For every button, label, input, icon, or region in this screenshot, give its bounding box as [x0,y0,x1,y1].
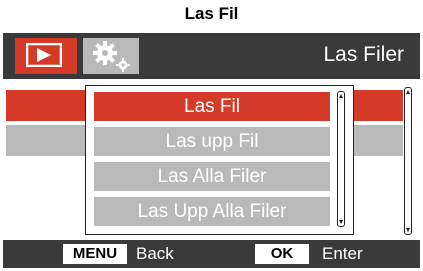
popup-item-las-fil[interactable]: Las Fil [94,92,330,121]
enter-label: Enter [322,244,363,263]
scroll-up-arrow-icon [405,90,410,94]
menu-header: Las Filer [3,33,420,79]
scroll-down-arrow-icon [405,228,410,232]
camera-menu-screen: Las Filer Las Fil Las upp Fil Las Alla F… [3,33,420,268]
page-caption: Las Fil [184,4,239,23]
back-label: Back [136,244,174,263]
menu-key[interactable]: MENU [63,244,127,264]
menu-title: Las Filer [323,43,404,66]
tab-playback[interactable] [15,38,77,74]
list-scrollbar[interactable] [404,87,412,235]
ok-key[interactable]: OK [255,244,309,264]
footer-bar: MENU Back OK Enter [3,240,420,268]
scroll-up-arrow-icon [338,94,343,98]
playback-icon [26,43,62,67]
tab-settings[interactable] [83,38,139,74]
scroll-down-arrow-icon [338,220,343,224]
popup-scrollbar[interactable] [337,91,345,227]
popup-item-las-upp-alla-filer[interactable]: Las Upp Alla Filer [94,197,330,226]
popup-item-las-alla-filer[interactable]: Las Alla Filer [94,162,330,191]
popup-item-las-upp-fil[interactable]: Las upp Fil [94,127,330,156]
file-options-popup: Las Fil Las upp Fil Las Alla Filer Las U… [85,85,354,235]
settings-gears-icon [93,41,130,72]
